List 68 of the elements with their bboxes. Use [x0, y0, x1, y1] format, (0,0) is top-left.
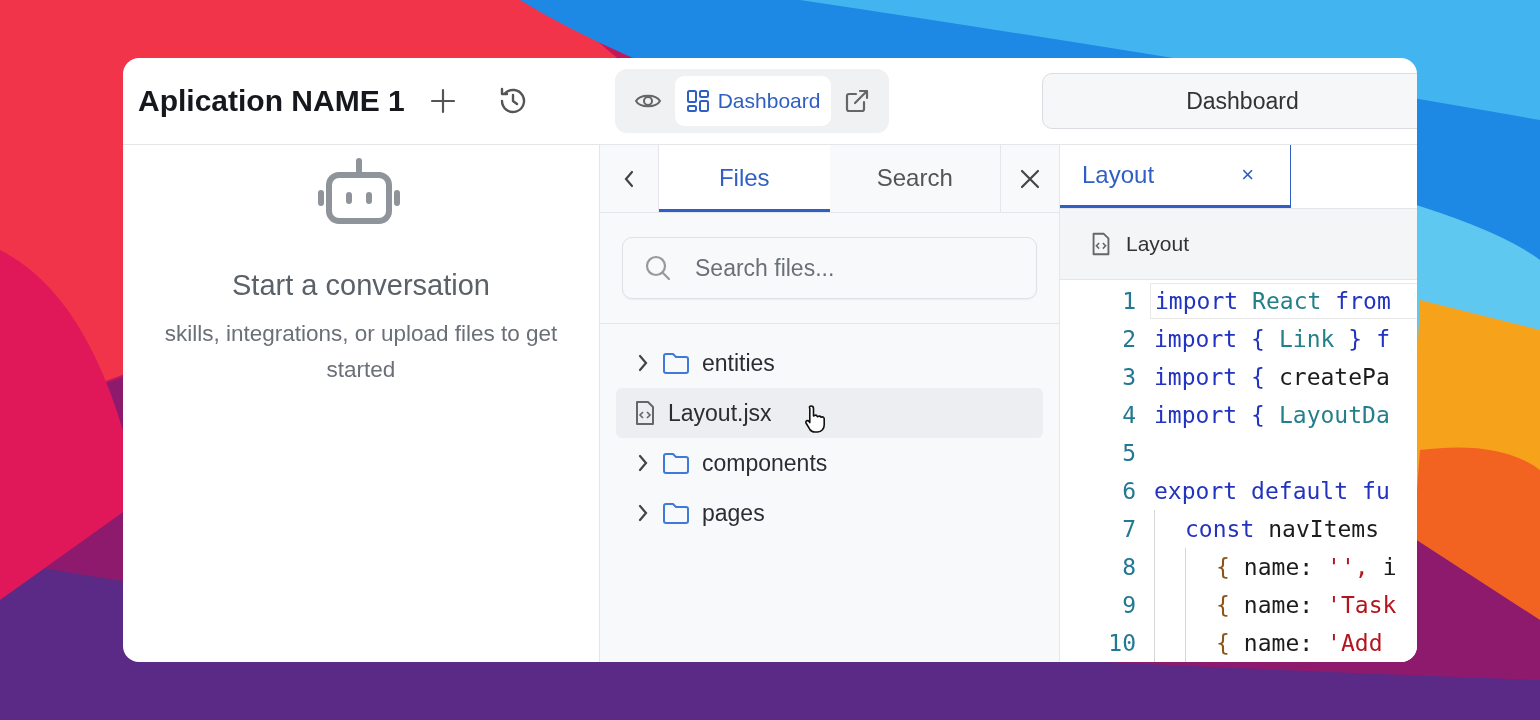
code-token: 'Add: [1327, 630, 1383, 656]
chevron-right-icon: [636, 502, 650, 524]
tab-close-button[interactable]: ×: [1241, 161, 1254, 188]
code-token: {: [1216, 592, 1230, 618]
code-token: name:: [1243, 592, 1314, 618]
folder-icon: [662, 451, 690, 475]
line-number: 4: [1121, 402, 1136, 428]
app-title: Aplication NAME 1: [138, 84, 405, 118]
code-token: import: [1154, 364, 1238, 390]
code-token: import: [1155, 288, 1239, 314]
code-token: name:: [1243, 554, 1314, 580]
code-token: f: [1376, 326, 1391, 352]
line-number: 3: [1121, 364, 1136, 390]
line-number: 6: [1121, 478, 1136, 504]
search-field[interactable]: Search files...: [622, 237, 1037, 299]
search-icon: [644, 254, 672, 282]
chevron-right-icon: [636, 452, 650, 474]
code-token: 'Task: [1327, 592, 1397, 618]
panel-tab[interactable]: Files: [659, 145, 830, 212]
code-token: from: [1335, 288, 1391, 314]
code-token: {: [1251, 364, 1265, 390]
line-number: 8: [1121, 554, 1136, 580]
line-number: 10: [1107, 630, 1136, 656]
code-token: export: [1154, 478, 1238, 504]
tree-item[interactable]: entities: [616, 338, 1043, 388]
line-number: 2: [1121, 326, 1136, 352]
code-token: '',: [1327, 554, 1369, 580]
chevron-right-icon: [636, 352, 650, 374]
code-token: React: [1252, 288, 1322, 314]
tree-item[interactable]: components: [616, 438, 1043, 488]
code-token: {: [1251, 326, 1265, 352]
line-number: 5: [1121, 440, 1136, 466]
dashboard-tab[interactable]: Dashboard: [674, 76, 832, 126]
plus-icon: [428, 87, 457, 115]
tree-item[interactable]: pages: [616, 488, 1043, 538]
code-file-icon: [1090, 230, 1112, 257]
grid-icon: [685, 89, 710, 113]
editor-tab[interactable]: Layout ×: [1060, 145, 1291, 208]
code-token: createPa: [1278, 364, 1390, 390]
file-breadcrumb: Layout: [1126, 231, 1190, 256]
code-token: Link: [1278, 326, 1335, 352]
code-token: navItems: [1268, 516, 1380, 542]
dashboard-button[interactable]: Dashboard: [1042, 73, 1417, 129]
code-token: {: [1216, 630, 1230, 656]
code-token: default: [1251, 478, 1349, 504]
code-token: fu: [1362, 478, 1390, 504]
code-token: }: [1348, 326, 1363, 352]
folder-icon: [662, 501, 690, 525]
empty-state-text: skills, integrations, or upload files to get started: [163, 320, 559, 384]
code-file-icon: [634, 399, 656, 427]
tree-item[interactable]: Layout.jsx: [616, 388, 1043, 438]
external-link-icon: [844, 88, 871, 114]
code-token: {: [1251, 402, 1265, 428]
code-token: LayoutDa: [1278, 402, 1390, 428]
panel-tab[interactable]: Search: [829, 145, 1000, 212]
code-token: {: [1216, 554, 1230, 580]
robot-icon: [318, 157, 400, 225]
code-token: import: [1154, 326, 1238, 352]
close-icon: [1019, 167, 1041, 190]
code-token: import: [1154, 402, 1238, 428]
line-number: 1: [1121, 288, 1136, 314]
code-token: name:: [1243, 630, 1314, 656]
empty-state-heading: Start a conversation: [232, 269, 490, 302]
line-number: 9: [1121, 592, 1136, 618]
code-token: const: [1185, 516, 1255, 542]
folder-icon: [662, 351, 690, 375]
line-number: 7: [1121, 516, 1136, 542]
code-token: i: [1382, 554, 1397, 580]
